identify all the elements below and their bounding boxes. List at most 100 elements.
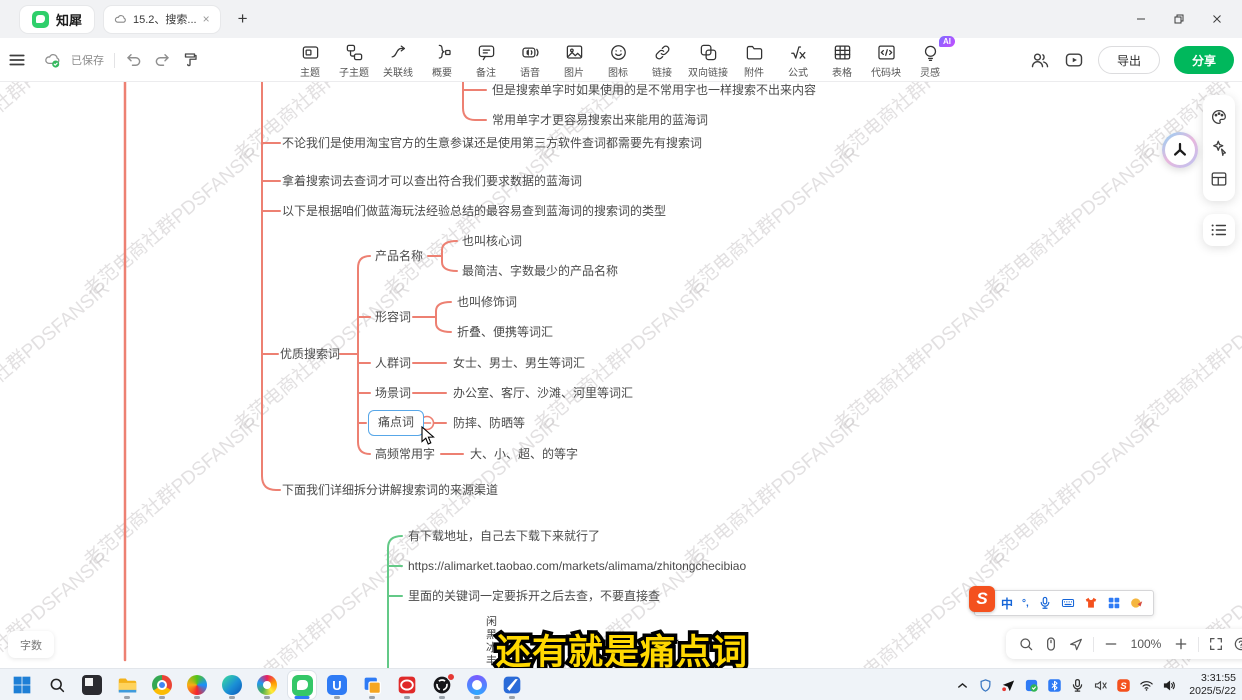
tray-mic-icon[interactable]	[1070, 678, 1085, 693]
mindmap-node[interactable]: 折叠、便携等词汇	[457, 323, 553, 341]
tray-chevron-up-icon[interactable]	[955, 678, 970, 693]
mindmap-node[interactable]: 场景词	[375, 384, 411, 402]
taskbar-edge-icon[interactable]	[218, 671, 246, 699]
mindmap-node[interactable]: 最简洁、字数最少的产品名称	[462, 262, 618, 280]
taskbar-app-rainbow-icon[interactable]	[253, 671, 281, 699]
mindmap-node[interactable]: 大、小、超、的等字	[470, 445, 578, 463]
menu-hamburger-icon[interactable]	[8, 51, 26, 69]
ime-skin-icon[interactable]	[1084, 596, 1098, 610]
taskbar-app-red-icon[interactable]	[393, 671, 421, 699]
tool-bilink[interactable]: 双向链接	[688, 40, 728, 82]
tool-link[interactable]: 链接	[644, 40, 680, 82]
tray-telegram-icon[interactable]	[1001, 678, 1016, 693]
undo-icon[interactable]	[125, 51, 143, 69]
beautify-wand-icon[interactable]	[1210, 139, 1228, 157]
mindmap-node[interactable]: 拿着搜索词去查词才可以查出符合我们要求数据的蓝海词	[282, 172, 582, 190]
tool-subtopic[interactable]: 子主题	[336, 40, 372, 82]
help-icon[interactable]	[1233, 636, 1242, 652]
zoom-in-button[interactable]	[1173, 636, 1189, 652]
tool-attachment[interactable]: 附件	[736, 40, 772, 82]
ime-emoji-icon[interactable]	[1130, 596, 1144, 610]
restore-button[interactable]	[1164, 6, 1194, 32]
document-tab[interactable]: 15.2、搜索... ×	[104, 6, 220, 33]
ime-mic-icon[interactable]	[1038, 596, 1052, 610]
sogou-logo-icon[interactable]: S	[969, 586, 995, 612]
mindmap-node[interactable]: 优质搜索词	[280, 345, 340, 363]
ai-assistant-button[interactable]	[1162, 132, 1198, 168]
ime-mode-chinese[interactable]: 中	[1001, 595, 1013, 612]
mindmap-node[interactable]: 以下是根据咱们做蓝海玩法经验总结的最容易查到蓝海词的搜索词的类型	[282, 202, 666, 220]
tool-code[interactable]: 代码块	[868, 40, 904, 82]
tool-formula[interactable]: 公式	[780, 40, 816, 82]
ime-toolbox-icon[interactable]	[1107, 596, 1121, 610]
taskbar-app-shield-icon[interactable]	[498, 671, 526, 699]
mindmap-node[interactable]: 里面的关键词一定要拆开之后去查，不要直接查	[408, 587, 660, 605]
tray-clock[interactable]: 3:31:55 2025/5/22	[1189, 672, 1236, 698]
tool-smiley[interactable]: 图标	[600, 40, 636, 82]
mindmap-node[interactable]: https://alimarket.taobao.com/markets/ali…	[408, 557, 746, 575]
mindmap-node-selected[interactable]: 痛点词	[368, 410, 424, 436]
mindmap-node[interactable]: 人群词	[375, 354, 411, 372]
mindmap-node[interactable]: 不论我们是使用淘宝官方的生意参谋还是使用第三方软件查词都需要先有搜索词	[282, 134, 702, 152]
tray-security-shield-icon[interactable]	[978, 678, 993, 693]
tool-summary[interactable]: 概要	[424, 40, 460, 82]
theme-palette-icon[interactable]	[1210, 108, 1228, 126]
taskbar-app-squares-icon[interactable]	[358, 671, 386, 699]
mindmap-node[interactable]: 女士、男士、男生等词汇	[453, 354, 585, 372]
tool-table[interactable]: 表格	[824, 40, 860, 82]
taskbar-obs-icon[interactable]	[428, 671, 456, 699]
outline-panel-button[interactable]	[1203, 214, 1235, 246]
tray-bluetooth-icon[interactable]	[1047, 678, 1062, 693]
mindmap-node[interactable]: 下面我们详细拆分讲解搜索词的来源渠道	[282, 481, 498, 499]
taskbar-chrome-icon[interactable]	[148, 671, 176, 699]
presentation-icon[interactable]	[1064, 50, 1084, 70]
app-logo-tab[interactable]: 知犀	[20, 6, 94, 33]
drag-mode-icon[interactable]	[1043, 636, 1059, 652]
mindmap-node[interactable]: 产品名称	[375, 247, 423, 265]
tray-audio-device-icon[interactable]	[1093, 678, 1108, 693]
taskbar-zhixi-icon[interactable]	[288, 671, 316, 699]
tool-inspiration[interactable]: 灵感AI	[912, 40, 948, 82]
taskbar-explorer-icon[interactable]	[113, 671, 141, 699]
redo-icon[interactable]	[153, 51, 171, 69]
mindmap-node[interactable]: 但是搜索单字时如果使用的是不常用字也一样搜索不出来内容	[492, 82, 816, 99]
taskbar-browser-360-icon[interactable]	[183, 671, 211, 699]
locate-center-icon[interactable]	[1068, 636, 1084, 652]
export-button[interactable]: 导出	[1098, 46, 1160, 74]
tool-image[interactable]: 图片	[556, 40, 592, 82]
format-painter-icon[interactable]	[181, 51, 199, 69]
mindmap-node[interactable]: 有下载地址，自己去下载下来就行了	[408, 527, 600, 545]
mindmap-node[interactable]: 办公室、客厅、沙滩、河里等词汇	[453, 384, 633, 402]
zoom-out-button[interactable]	[1103, 636, 1119, 652]
mindmap-node[interactable]: 形容词	[375, 308, 411, 326]
taskbar-start-icon[interactable]	[8, 671, 36, 699]
mindmap-node[interactable]: 防摔、防晒等	[453, 414, 525, 432]
tool-note[interactable]: 备注	[468, 40, 504, 82]
structure-layout-icon[interactable]	[1210, 170, 1228, 188]
tray-volume-icon[interactable]	[1162, 678, 1177, 693]
ime-punctuation[interactable]: °,	[1022, 598, 1029, 609]
tray-updater-icon[interactable]	[1024, 678, 1039, 693]
tab-close-icon[interactable]: ×	[203, 12, 210, 26]
canvas-search-icon[interactable]	[1018, 636, 1034, 652]
mindmap-node[interactable]: 也叫修饰词	[457, 293, 517, 311]
ime-keyboard-icon[interactable]	[1061, 596, 1075, 610]
taskbar-app-dark-icon[interactable]	[78, 671, 106, 699]
tray-wifi-icon[interactable]	[1139, 678, 1154, 693]
taskbar-app-ring-icon[interactable]	[463, 671, 491, 699]
mindmap-node[interactable]: 高频常用字	[375, 445, 435, 463]
collaborators-icon[interactable]	[1030, 50, 1050, 70]
tool-voice[interactable]: 语音	[512, 40, 548, 82]
mindmap-node[interactable]: 也叫核心词	[462, 232, 522, 250]
mindmap-canvas[interactable]: 老范电商社群PDSFANSIR老范电商社群PDSFANSIR老范电商社群PDSF…	[0, 82, 1242, 668]
close-button[interactable]	[1202, 6, 1232, 32]
new-tab-button[interactable]: +	[238, 9, 248, 29]
tool-relation[interactable]: 关联线	[380, 40, 416, 82]
taskbar-app-u-icon[interactable]: U	[323, 671, 351, 699]
tray-sogou-icon[interactable]: S	[1116, 678, 1131, 693]
share-button[interactable]: 分享	[1174, 46, 1234, 74]
tool-theme[interactable]: 主题	[292, 40, 328, 82]
fullscreen-icon[interactable]	[1208, 636, 1224, 652]
minimize-button[interactable]	[1126, 6, 1156, 32]
mindmap-node[interactable]: 常用单字才更容易搜索出来能用的蓝海词	[492, 111, 708, 129]
